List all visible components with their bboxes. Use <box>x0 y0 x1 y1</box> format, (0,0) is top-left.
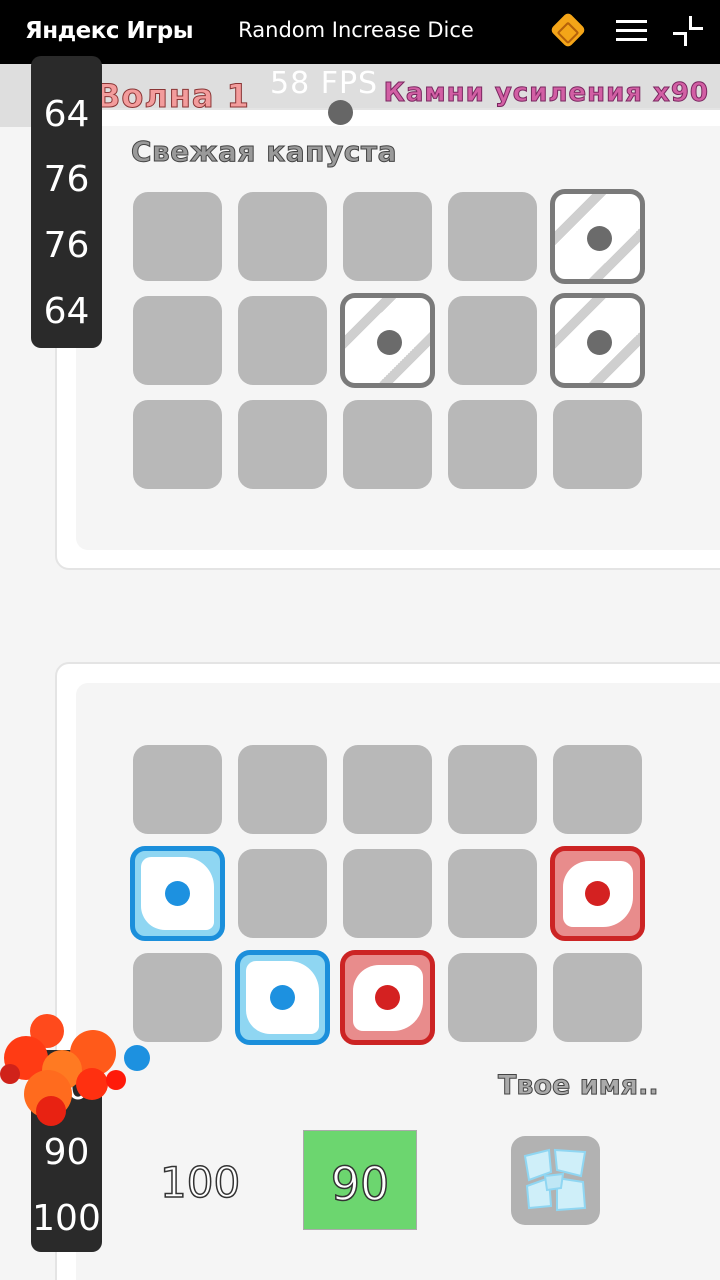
hamburger-menu-icon[interactable] <box>616 20 647 42</box>
enemy-projectile <box>328 100 353 125</box>
gray-die[interactable] <box>340 293 435 388</box>
die-pip <box>585 881 610 906</box>
die-pip <box>377 330 402 355</box>
gray-die[interactable] <box>550 293 645 388</box>
empty-slot[interactable] <box>553 400 642 489</box>
empty-slot[interactable] <box>343 849 432 938</box>
gray-die[interactable] <box>550 189 645 284</box>
collapse-icon[interactable] <box>673 16 703 46</box>
empty-slot[interactable] <box>238 400 327 489</box>
upgrade-button[interactable] <box>511 1136 600 1225</box>
empty-slot[interactable] <box>343 400 432 489</box>
empty-slot[interactable] <box>133 953 222 1042</box>
empty-slot[interactable] <box>238 296 327 385</box>
die-pip <box>165 881 190 906</box>
empty-slot[interactable] <box>553 953 642 1042</box>
empty-slot[interactable] <box>448 953 537 1042</box>
empty-slot[interactable] <box>238 849 327 938</box>
red-die[interactable] <box>550 846 645 941</box>
empty-slot[interactable] <box>133 296 222 385</box>
spawn-die-button[interactable]: 90 <box>303 1130 417 1230</box>
die-pip <box>270 985 295 1010</box>
empty-slot[interactable] <box>448 745 537 834</box>
spawn-cost: 90 <box>330 1156 390 1212</box>
enemy-name: Свежая капуста <box>131 135 397 169</box>
shattered-die-icon <box>521 1146 590 1215</box>
empty-slot[interactable] <box>448 192 537 281</box>
empty-slot[interactable] <box>448 296 537 385</box>
player-name[interactable]: Твое имя.. <box>498 1070 660 1102</box>
enemy-counter: 64 <box>43 291 90 332</box>
game-title: Random Increase Dice <box>238 18 474 42</box>
player-counter: 90 <box>43 1132 90 1173</box>
empty-slot[interactable] <box>448 849 537 938</box>
player-counter: 100 <box>32 1198 101 1239</box>
enemy-counter-column: 64 76 76 64 <box>31 56 102 348</box>
empty-slot[interactable] <box>133 745 222 834</box>
wave-label: Волна 1 <box>96 77 250 116</box>
enemy-counter: 64 <box>43 94 90 135</box>
die-pip <box>587 226 612 251</box>
boost-stones-label: Камни усиления x90 <box>383 78 709 109</box>
blue-die[interactable] <box>130 846 225 941</box>
empty-slot[interactable] <box>238 192 327 281</box>
blue-die[interactable] <box>235 950 330 1045</box>
enemy-counter: 76 <box>43 159 90 200</box>
empty-slot[interactable] <box>448 400 537 489</box>
die-pip <box>587 330 612 355</box>
enemy-counter: 76 <box>43 225 90 266</box>
die-pip <box>375 985 400 1010</box>
empty-slot[interactable] <box>343 745 432 834</box>
empty-slot[interactable] <box>133 192 222 281</box>
fps-counter: 58 FPS <box>270 66 379 101</box>
empty-slot[interactable] <box>238 745 327 834</box>
red-die[interactable] <box>340 950 435 1045</box>
empty-slot[interactable] <box>553 745 642 834</box>
top-bar: Яндекс Игры Random Increase Dice <box>0 0 720 64</box>
player-projectile <box>124 1045 150 1071</box>
empty-slot[interactable] <box>343 192 432 281</box>
score-value: 100 <box>159 1157 241 1208</box>
empty-slot[interactable] <box>133 400 222 489</box>
